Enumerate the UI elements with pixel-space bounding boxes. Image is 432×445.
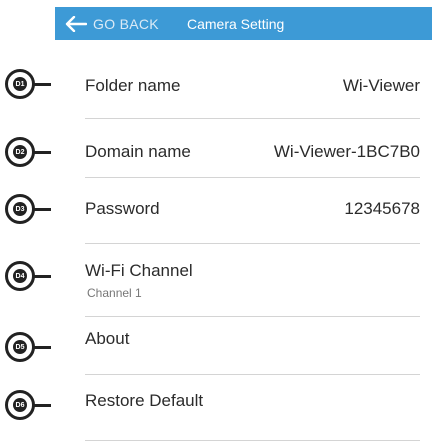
page-title: Camera Setting — [187, 15, 285, 32]
callout-marker: D1 — [5, 69, 75, 103]
callout-number: D6 — [13, 398, 27, 412]
callout-leader-line — [34, 83, 51, 86]
callout-leader-line — [34, 151, 51, 154]
setting-value: Wi-Viewer — [342, 76, 420, 95]
callout-circle-icon: D3 — [5, 194, 35, 224]
callout-leader-line — [34, 346, 51, 349]
callout-number: D3 — [13, 202, 27, 216]
callout-marker: D6 — [5, 390, 75, 424]
callout-marker: D3 — [5, 194, 75, 228]
app-header: GO BACK Camera Setting — [55, 7, 432, 40]
setting-row-domain-name[interactable]: D2 Domain name Wi-Viewer-1BC7B0 — [0, 118, 432, 167]
setting-label: Password — [85, 199, 160, 218]
callout-leader-line — [34, 404, 51, 407]
callout-leader-line — [34, 208, 51, 211]
callout-number: D4 — [13, 269, 27, 283]
callout-marker: D5 — [5, 332, 75, 366]
setting-value: Wi-Viewer-1BC7B0 — [273, 142, 420, 161]
callout-circle-icon: D1 — [5, 69, 35, 99]
setting-label: Restore Default — [85, 391, 204, 410]
row-divider — [85, 440, 420, 441]
callout-number: D5 — [13, 340, 27, 354]
callout-leader-line — [34, 275, 51, 278]
callout-circle-icon: D2 — [5, 137, 35, 167]
left-arrow-icon — [65, 15, 87, 32]
callout-circle-icon: D6 — [5, 390, 35, 420]
callout-marker: D4 — [5, 261, 75, 295]
go-back-button[interactable]: GO BACK — [55, 7, 159, 40]
callout-number: D2 — [13, 145, 27, 159]
callout-number: D1 — [13, 77, 27, 91]
setting-row-wifi-channel[interactable]: D4 Wi-Fi Channel Channel 1 — [0, 243, 432, 303]
callout-circle-icon: D4 — [5, 261, 35, 291]
setting-sublabel: Channel 1 — [87, 286, 142, 300]
callout-marker: D2 — [5, 137, 75, 171]
setting-row-folder-name[interactable]: D1 Folder name Wi-Viewer — [0, 65, 432, 105]
setting-label: Domain name — [85, 142, 191, 161]
go-back-label: GO BACK — [93, 15, 159, 32]
setting-label: Folder name — [85, 76, 181, 95]
setting-row-restore-default[interactable]: D6 Restore Default — [0, 374, 432, 434]
setting-label: About — [85, 329, 130, 348]
callout-circle-icon: D5 — [5, 332, 35, 362]
setting-row-about[interactable]: D5 About — [0, 316, 432, 366]
setting-value: 12345678 — [344, 199, 420, 218]
setting-label: Wi-Fi Channel — [85, 261, 193, 280]
setting-row-password[interactable]: D3 Password 12345678 — [0, 177, 432, 224]
